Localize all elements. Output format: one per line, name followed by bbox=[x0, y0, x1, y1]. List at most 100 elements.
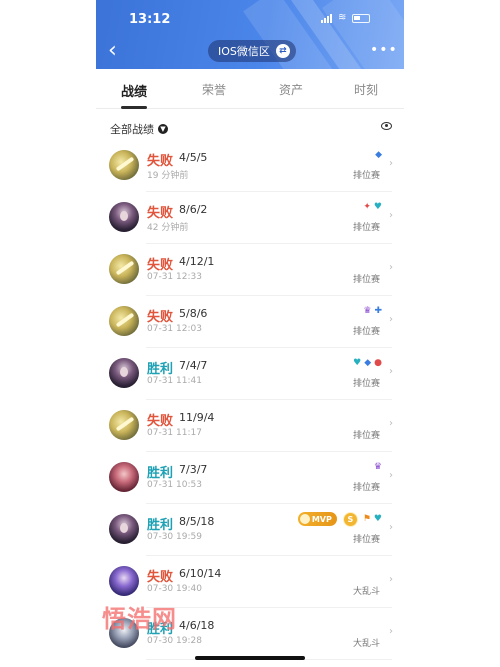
match-time: 42 分钟前 bbox=[147, 223, 189, 233]
match-time: 19 分钟前 bbox=[147, 171, 189, 181]
filter-dropdown[interactable]: 全部战绩 ▼ bbox=[110, 121, 168, 137]
chevron-right-icon: › bbox=[389, 158, 393, 169]
match-badges: ♛ bbox=[374, 461, 382, 473]
match-kda: 8/6/2 bbox=[179, 203, 208, 216]
match-time: 07-31 10:53 bbox=[147, 480, 202, 490]
match-time: 07-31 11:17 bbox=[147, 428, 202, 438]
hero-avatar bbox=[109, 410, 139, 440]
match-row[interactable]: 失败 8/6/2 42 分钟前 ✦ ♥ 排位赛 › bbox=[96, 192, 404, 244]
match-row[interactable]: 胜利 8/5/18 07-30 19:59 MVP S ⚑ ♥ 排位赛 › bbox=[96, 504, 404, 556]
coin-icon bbox=[299, 514, 310, 524]
match-kda: 11/9/4 bbox=[179, 411, 215, 424]
tab-assets[interactable]: 资产 bbox=[279, 81, 303, 98]
match-mode: 排位赛 bbox=[352, 327, 380, 337]
hero-avatar bbox=[109, 202, 139, 232]
tab-bar: 战绩 荣誉 资产 时刻 bbox=[96, 69, 404, 109]
watermark: 悟浩网 bbox=[102, 605, 177, 633]
badge-icon: ✚ bbox=[374, 306, 382, 316]
match-result: 胜利 bbox=[147, 362, 174, 377]
hero-avatar bbox=[109, 358, 139, 388]
match-mode: 排位赛 bbox=[352, 223, 380, 233]
signal-icon bbox=[321, 13, 332, 23]
match-time: 07-30 19:59 bbox=[147, 532, 202, 542]
tab-honor[interactable]: 荣誉 bbox=[202, 81, 226, 98]
match-badges: ◆ bbox=[375, 149, 382, 161]
hero-avatar bbox=[109, 514, 139, 544]
badge-icon: ⚑ bbox=[362, 514, 371, 524]
match-row[interactable]: 失败 4/12/1 07-31 12:33 排位赛 › bbox=[96, 244, 404, 296]
status-icons: ≋ bbox=[321, 12, 371, 23]
header: 13:12 ≋ ‹ IOS微信区 ⇄ ••• bbox=[96, 0, 404, 69]
match-mode: 排位赛 bbox=[352, 431, 380, 441]
match-time: 07-30 19:28 bbox=[147, 636, 202, 646]
match-kda: 5/8/6 bbox=[179, 307, 208, 320]
eye-icon[interactable] bbox=[381, 122, 392, 130]
filter-label: 全部战绩 bbox=[110, 123, 154, 136]
hero-avatar bbox=[109, 306, 139, 336]
tab-indicator bbox=[121, 106, 147, 109]
chevron-right-icon: › bbox=[389, 314, 393, 325]
badge-icon: ♛ bbox=[363, 306, 372, 316]
status-time: 13:12 bbox=[129, 12, 171, 27]
badge-icon: ♥ bbox=[373, 514, 382, 524]
match-badges: MVP S ⚑ ♥ bbox=[297, 511, 382, 527]
match-kda: 4/12/1 bbox=[179, 255, 215, 268]
back-button[interactable]: ‹ bbox=[108, 40, 117, 62]
match-row[interactable]: 失败 11/9/4 07-31 11:17 排位赛 › bbox=[96, 400, 404, 452]
match-kda: 7/3/7 bbox=[179, 463, 208, 476]
match-badges: ♛ ✚ bbox=[363, 305, 382, 317]
match-result: 失败 bbox=[147, 414, 174, 429]
chevron-down-icon: ▼ bbox=[158, 124, 168, 134]
match-mode: 排位赛 bbox=[352, 483, 380, 493]
badge-icon: ♥ bbox=[353, 358, 362, 368]
match-kda: 8/5/18 bbox=[179, 515, 215, 528]
match-result: 失败 bbox=[147, 570, 174, 585]
badge-icon: ● bbox=[374, 358, 382, 368]
match-mode: 排位赛 bbox=[352, 171, 380, 181]
phone-screen: 13:12 ≋ ‹ IOS微信区 ⇄ ••• 战绩 荣誉 资产 时刻 全部战绩 … bbox=[96, 0, 404, 667]
badge-icon: ♛ bbox=[373, 462, 382, 472]
hero-avatar bbox=[109, 462, 139, 492]
swap-icon: ⇄ bbox=[275, 44, 290, 58]
hero-avatar bbox=[109, 566, 139, 596]
match-time: 07-31 12:03 bbox=[147, 324, 202, 334]
wifi-icon: ≋ bbox=[338, 12, 347, 23]
badge-icon: ♥ bbox=[373, 202, 382, 212]
match-mode: 排位赛 bbox=[352, 379, 380, 389]
match-row[interactable]: 失败 5/8/6 07-31 12:03 ♛ ✚ 排位赛 › bbox=[96, 296, 404, 348]
match-mode: 排位赛 bbox=[352, 275, 380, 285]
tab-record[interactable]: 战绩 bbox=[121, 81, 147, 100]
match-time: 07-31 12:33 bbox=[147, 272, 202, 282]
chevron-right-icon: › bbox=[389, 366, 393, 377]
chevron-right-icon: › bbox=[389, 470, 393, 481]
match-row[interactable]: 胜利 7/3/7 07-31 10:53 ♛ 排位赛 › bbox=[96, 452, 404, 504]
match-row[interactable]: 胜利 7/4/7 07-31 11:41 ♥ ◆ ● 排位赛 › bbox=[96, 348, 404, 400]
badge-icon: ◆ bbox=[364, 358, 372, 368]
more-button[interactable]: ••• bbox=[370, 42, 398, 58]
badge-icon: ◆ bbox=[375, 150, 382, 160]
mvp-label: MVP bbox=[311, 514, 332, 524]
match-kda: 7/4/7 bbox=[179, 359, 208, 372]
match-result: 胜利 bbox=[147, 466, 174, 481]
chevron-right-icon: › bbox=[389, 574, 393, 585]
hero-avatar bbox=[109, 254, 139, 284]
match-result: 胜利 bbox=[147, 518, 174, 533]
chevron-right-icon: › bbox=[389, 626, 393, 637]
s-rank-badge: S bbox=[342, 511, 358, 527]
zone-selector[interactable]: IOS微信区 ⇄ bbox=[208, 40, 296, 62]
match-result: 失败 bbox=[147, 154, 174, 169]
match-mode: 排位赛 bbox=[352, 535, 380, 545]
match-result: 失败 bbox=[147, 310, 174, 325]
chevron-right-icon: › bbox=[389, 418, 393, 429]
match-kda: 4/5/5 bbox=[179, 151, 208, 164]
zone-label: IOS微信区 bbox=[218, 45, 270, 58]
hero-avatar bbox=[109, 150, 139, 180]
tab-moments[interactable]: 时刻 bbox=[354, 81, 378, 98]
match-kda: 6/10/14 bbox=[179, 567, 222, 580]
match-badges: ✦ ♥ bbox=[363, 201, 382, 213]
home-indicator[interactable] bbox=[195, 656, 305, 660]
match-list: 失败 4/5/5 19 分钟前 ◆ 排位赛 › 失败 8/6/2 42 分钟前 … bbox=[96, 140, 404, 660]
match-row[interactable]: 失败 4/5/5 19 分钟前 ◆ 排位赛 › bbox=[96, 140, 404, 192]
match-time: 07-30 19:40 bbox=[147, 584, 202, 594]
match-result: 失败 bbox=[147, 206, 174, 221]
